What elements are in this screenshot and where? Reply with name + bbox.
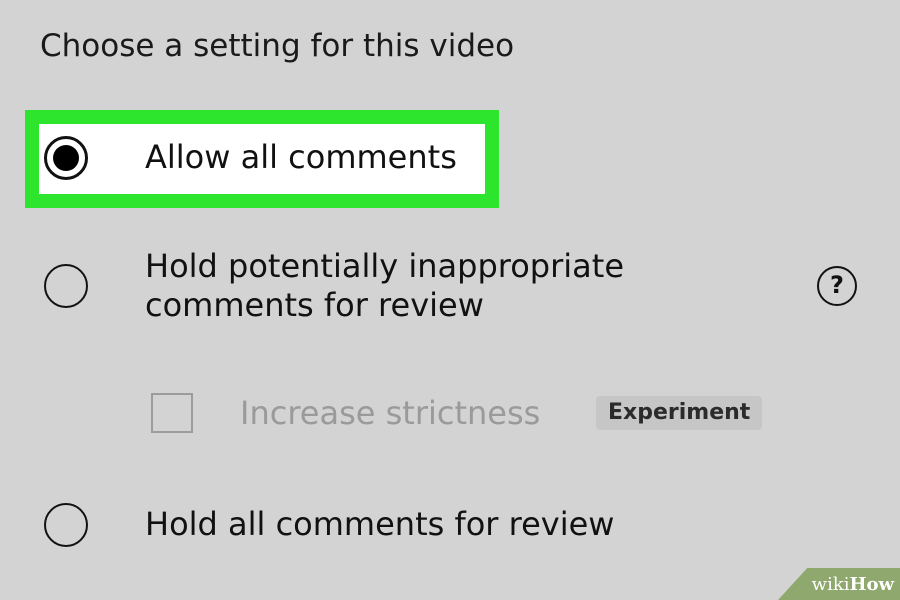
radio-allow-all-comments[interactable] (44, 136, 88, 180)
option-label-allow-all[interactable]: Allow all comments (145, 137, 457, 177)
watermark-wiki: wiki (811, 574, 850, 595)
watermark-text: wikiHow (812, 574, 894, 595)
radio-hold-potentially-inappropriate[interactable] (44, 264, 88, 308)
option-label-hold-all[interactable]: Hold all comments for review (145, 504, 614, 544)
help-icon[interactable]: ? (817, 266, 857, 306)
option-label-hold-inappropriate-line1[interactable]: Hold potentially inappropriate (145, 246, 624, 286)
settings-heading: Choose a setting for this video (40, 28, 515, 64)
increase-strictness-label: Increase strictness (240, 394, 541, 432)
watermark-how: How (849, 574, 894, 595)
radio-hold-all-comments[interactable] (44, 503, 88, 547)
option-label-hold-inappropriate-line2[interactable]: comments for review (145, 285, 484, 325)
experiment-badge: Experiment (596, 396, 763, 430)
increase-strictness-checkbox[interactable] (151, 393, 193, 433)
